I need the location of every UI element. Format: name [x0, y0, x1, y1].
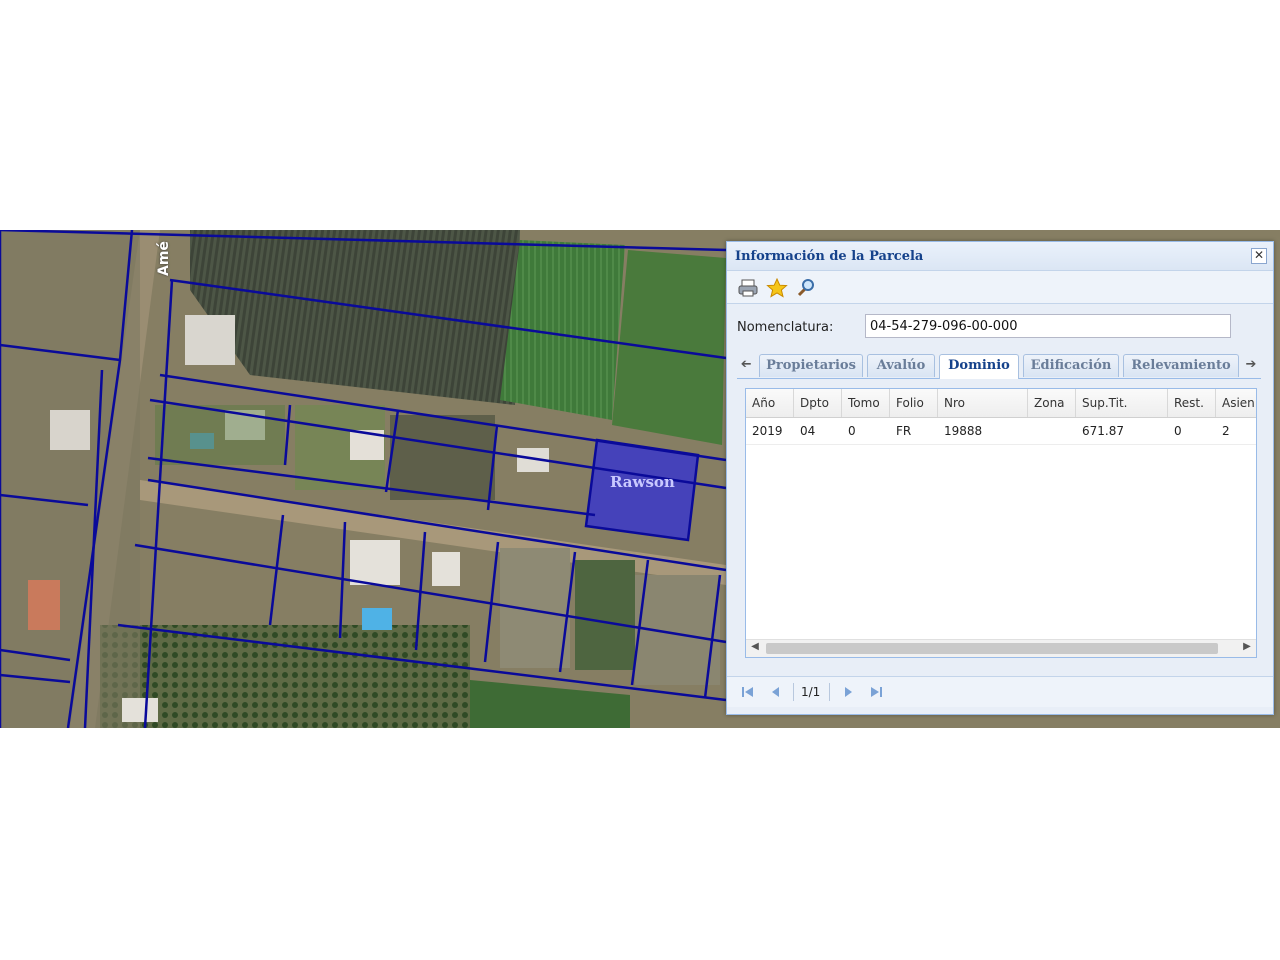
- building: [50, 410, 90, 450]
- tab-dominio[interactable]: Dominio: [939, 354, 1019, 379]
- pager-separator: [793, 683, 794, 701]
- next-page-button[interactable]: [839, 684, 857, 700]
- tab-avaluo[interactable]: Avalúo: [867, 354, 935, 377]
- scrollbar-thumb[interactable]: [766, 643, 1218, 654]
- parcel-info-window: Información de la Parcela ✕ Nomenclatura…: [726, 241, 1274, 715]
- cell-zona: [1028, 418, 1076, 444]
- cell-rest: 0: [1174, 424, 1182, 438]
- column-header-rest[interactable]: Rest.: [1168, 389, 1216, 417]
- tab-edificacion[interactable]: Edificación: [1023, 354, 1119, 377]
- cell-tomo: 0: [848, 424, 856, 438]
- cell-nro: 19888: [944, 424, 983, 438]
- nomenclatura-label: Nomenclatura:: [737, 320, 834, 335]
- building: [185, 315, 235, 365]
- magnifier-icon: [797, 279, 814, 297]
- column-header-sup-tit[interactable]: Sup.Tit.: [1076, 389, 1168, 417]
- road-label: Amé: [156, 241, 172, 276]
- cell-dpto: 04: [800, 424, 816, 438]
- building: [28, 580, 60, 630]
- yard: [155, 405, 285, 465]
- pool: [362, 608, 392, 630]
- zoom-button[interactable]: [795, 278, 817, 298]
- column-header-dpto[interactable]: Dpto: [794, 389, 842, 417]
- table-row[interactable]: 2019 04 0 FR 19888 671.87 0 2: [746, 418, 1256, 445]
- column-header-asiento[interactable]: Asien: [1216, 389, 1256, 417]
- tab-scroll-left-icon[interactable]: ➔: [737, 355, 755, 375]
- paging-toolbar: 1/1: [727, 676, 1273, 707]
- scrub-lot: [390, 415, 495, 500]
- column-header-folio[interactable]: Folio: [890, 389, 938, 417]
- nomenclatura-field[interactable]: [865, 314, 1231, 338]
- tab-strip: ➔ Propietarios Avalúo Dominio Edificació…: [737, 352, 1261, 379]
- horizontal-scrollbar[interactable]: ◀ ▶: [746, 639, 1256, 657]
- building: [350, 540, 400, 585]
- cell-ano: 2019: [752, 424, 783, 438]
- last-page-button[interactable]: [867, 684, 885, 700]
- parcel-label: Rawson: [610, 473, 675, 491]
- favorite-button[interactable]: [766, 277, 788, 298]
- page-indicator: 1/1: [801, 685, 821, 699]
- toolbar: [727, 271, 1273, 304]
- building: [122, 698, 158, 722]
- column-header-zona[interactable]: Zona: [1028, 389, 1076, 417]
- scroll-left-icon[interactable]: ◀: [748, 641, 762, 652]
- scroll-right-icon[interactable]: ▶: [1240, 641, 1254, 652]
- close-button[interactable]: ✕: [1251, 248, 1267, 264]
- tab-propietarios[interactable]: Propietarios: [759, 354, 863, 377]
- column-header-tomo[interactable]: Tomo: [842, 389, 890, 417]
- cell-sup-tit: 671.87: [1082, 424, 1124, 438]
- tab-scroll-right-icon[interactable]: ➔: [1242, 355, 1260, 375]
- cell-folio: FR: [896, 424, 912, 438]
- column-header-nro[interactable]: Nro: [938, 389, 1028, 417]
- next-page-icon: [845, 687, 852, 697]
- first-page-button[interactable]: [739, 684, 757, 700]
- grid-header: Año Dpto Tomo Folio Nro Zona Sup.Tit. Re…: [746, 389, 1256, 418]
- tab-relevamiento[interactable]: Relevamiento: [1123, 354, 1239, 377]
- prev-page-icon: [772, 687, 779, 697]
- pager-separator: [829, 683, 830, 701]
- dominio-grid: Año Dpto Tomo Folio Nro Zona Sup.Tit. Re…: [745, 388, 1257, 658]
- lot: [500, 548, 570, 668]
- printer-icon: [738, 279, 758, 297]
- field-green-2: [612, 250, 726, 445]
- window-titlebar[interactable]: Información de la Parcela ✕: [727, 242, 1273, 271]
- lot: [575, 560, 635, 670]
- last-page-icon: [871, 687, 882, 697]
- building: [432, 552, 460, 586]
- prev-page-button[interactable]: [767, 684, 785, 700]
- window-title: Información de la Parcela: [735, 249, 924, 264]
- first-page-icon: [742, 687, 753, 697]
- cell-asiento: 2: [1222, 424, 1230, 438]
- star-icon: [766, 277, 788, 298]
- print-button[interactable]: [737, 278, 759, 298]
- column-header-ano[interactable]: Año: [746, 389, 794, 417]
